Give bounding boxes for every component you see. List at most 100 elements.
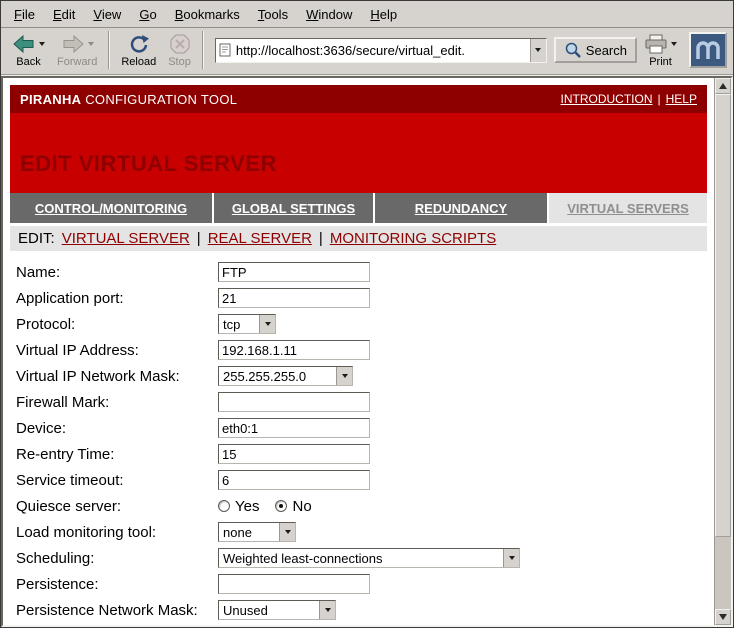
scrollbar-track[interactable] xyxy=(715,94,731,609)
field-label: Service timeout: xyxy=(16,472,218,489)
protocol-select[interactable]: tcp xyxy=(218,314,276,334)
menu-bookmarks[interactable]: Bookmarks xyxy=(166,3,249,26)
scrollbar-thumb[interactable] xyxy=(715,94,731,537)
piranha-header: PIRANHA CONFIGURATION TOOL INTRODUCTION … xyxy=(10,85,707,113)
subnav-separator: | xyxy=(197,230,201,247)
url-bar xyxy=(215,38,547,63)
up-arrow-icon xyxy=(719,83,727,89)
form-row-reentry-time: Re-entry Time: xyxy=(10,441,707,467)
reload-button[interactable]: Reload xyxy=(116,32,161,69)
scroll-up-button[interactable] xyxy=(715,78,731,94)
menu-file[interactable]: File xyxy=(5,3,44,26)
toolbar-separator xyxy=(108,31,110,69)
form-row-scheduling: Scheduling: Weighted least-connections xyxy=(10,545,707,571)
header-links: INTRODUCTION | HELP xyxy=(561,92,697,106)
forward-dropdown-icon xyxy=(88,42,94,46)
tab-control-monitoring[interactable]: CONTROL/MONITORING xyxy=(10,193,214,223)
menu-bar: File Edit View Go Bookmarks Tools Window… xyxy=(1,1,733,28)
form-row-quiesce-server: Quiesce server: Yes No xyxy=(10,493,707,519)
load-monitoring-select[interactable]: none xyxy=(218,522,296,542)
scheduling-select[interactable]: Weighted least-connections xyxy=(218,548,520,568)
back-button[interactable]: Back xyxy=(7,32,50,69)
stop-button[interactable]: Stop xyxy=(163,32,196,69)
subnav-real-server-link[interactable]: REAL SERVER xyxy=(208,230,312,247)
down-arrow-icon xyxy=(719,614,727,620)
tab-bar: CONTROL/MONITORING GLOBAL SETTINGS REDUN… xyxy=(10,193,707,223)
virtual-ip-input[interactable] xyxy=(218,340,370,360)
print-dropdown-icon[interactable] xyxy=(671,42,677,46)
radio-checked-icon xyxy=(275,500,287,512)
url-input[interactable] xyxy=(233,43,530,58)
navigation-toolbar: Back Forward Reload Stop xyxy=(1,28,733,76)
app-title: PIRANHA CONFIGURATION TOOL xyxy=(20,92,237,107)
introduction-link[interactable]: INTRODUCTION xyxy=(561,92,653,106)
menu-tools[interactable]: Tools xyxy=(249,3,297,26)
search-button[interactable]: Search xyxy=(554,37,637,63)
form-row-application-port: Application port: xyxy=(10,285,707,311)
tab-virtual-servers[interactable]: VIRTUAL SERVERS xyxy=(549,193,707,223)
mozilla-m-icon xyxy=(693,37,723,63)
forward-button[interactable]: Forward xyxy=(52,32,102,69)
field-label: Name: xyxy=(16,264,218,281)
persistence-input[interactable] xyxy=(218,574,370,594)
search-label: Search xyxy=(586,43,627,58)
chevron-down-icon xyxy=(259,315,275,333)
tab-global-settings[interactable]: GLOBAL SETTINGS xyxy=(214,193,375,223)
vertical-scrollbar[interactable] xyxy=(714,78,731,625)
toolbar-separator xyxy=(202,31,204,69)
field-label: Load monitoring tool: xyxy=(16,524,218,541)
chevron-down-icon xyxy=(535,48,541,52)
field-label: Quiesce server: xyxy=(16,498,218,515)
subnav-virtual-server-link[interactable]: VIRTUAL SERVER xyxy=(62,230,190,247)
scroll-down-button[interactable] xyxy=(715,609,731,625)
subnav-monitoring-scripts-link[interactable]: MONITORING SCRIPTS xyxy=(330,230,496,247)
chevron-down-icon xyxy=(503,549,519,567)
search-icon xyxy=(564,41,582,59)
page-banner: EDIT VIRTUAL SERVER xyxy=(10,113,707,193)
menu-help[interactable]: Help xyxy=(361,3,406,26)
application-port-input[interactable] xyxy=(218,288,370,308)
forward-arrow-icon xyxy=(61,34,85,54)
form-row-device: Device: xyxy=(10,415,707,441)
field-label: Protocol: xyxy=(16,316,218,333)
app-title-brand: PIRANHA xyxy=(20,92,81,107)
field-label: Persistence: xyxy=(16,576,218,593)
chevron-down-icon xyxy=(279,523,295,541)
menu-edit[interactable]: Edit xyxy=(44,3,84,26)
help-link[interactable]: HELP xyxy=(666,92,697,106)
field-label: Re-entry Time: xyxy=(16,446,218,463)
quiesce-yes-radio[interactable]: Yes xyxy=(218,498,259,515)
quiesce-radio-group: Yes No xyxy=(218,498,312,515)
field-label: Virtual IP Address: xyxy=(16,342,218,359)
field-label: Firewall Mark: xyxy=(16,394,218,411)
reload-label: Reload xyxy=(121,56,156,68)
forward-label: Forward xyxy=(57,56,97,68)
mozilla-logo[interactable] xyxy=(689,32,727,68)
quiesce-no-radio[interactable]: No xyxy=(275,498,311,515)
field-label: Virtual IP Network Mask: xyxy=(16,368,218,385)
reentry-time-input[interactable] xyxy=(218,444,370,464)
browser-window: File Edit View Go Bookmarks Tools Window… xyxy=(0,0,734,628)
firewall-mark-input[interactable] xyxy=(218,392,370,412)
print-button[interactable]: Print xyxy=(639,32,682,69)
field-label: Persistence Network Mask: xyxy=(16,602,218,619)
print-label: Print xyxy=(649,56,672,68)
back-dropdown-icon[interactable] xyxy=(39,42,45,46)
form-row-persistence: Persistence: xyxy=(10,571,707,597)
menu-window[interactable]: Window xyxy=(297,3,361,26)
device-input[interactable] xyxy=(218,418,370,438)
app-title-rest: CONFIGURATION TOOL xyxy=(81,92,237,107)
form-row-virtual-ip: Virtual IP Address: xyxy=(10,337,707,363)
url-dropdown-button[interactable] xyxy=(530,39,546,62)
radio-label: No xyxy=(292,498,311,515)
tab-redundancy[interactable]: REDUNDANCY xyxy=(375,193,549,223)
field-label: Scheduling: xyxy=(16,550,218,567)
persistence-netmask-select[interactable]: Unused xyxy=(218,600,336,620)
name-input[interactable] xyxy=(218,262,370,282)
virtual-ip-netmask-select[interactable]: 255.255.255.0 xyxy=(218,366,353,386)
service-timeout-input[interactable] xyxy=(218,470,370,490)
menu-go[interactable]: Go xyxy=(130,3,165,26)
subnav-bar: EDIT: VIRTUAL SERVER | REAL SERVER | MON… xyxy=(10,223,707,251)
menu-view[interactable]: View xyxy=(84,3,130,26)
form-row-protocol: Protocol: tcp xyxy=(10,311,707,337)
